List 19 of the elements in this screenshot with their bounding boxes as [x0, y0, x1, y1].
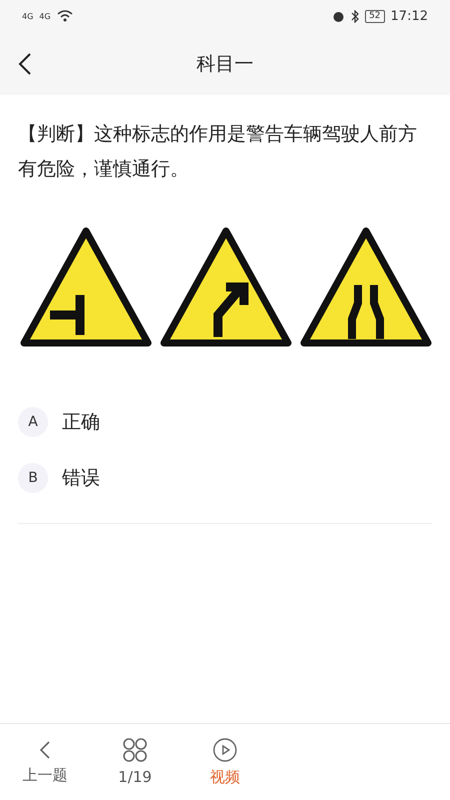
network-label: 4G: [39, 12, 51, 20]
grid-icon: [123, 738, 147, 762]
page-title: 科目一: [196, 52, 254, 76]
bluetooth-icon: [351, 10, 360, 22]
nav-tab[interactable]: 视频: [180, 724, 270, 800]
nav-tab[interactable]: 上一题: [0, 724, 90, 800]
option-letter[interactable]: A: [18, 407, 48, 437]
option-text[interactable]: 错误: [62, 465, 100, 491]
chevron-left-icon: [18, 52, 32, 76]
battery-level: 52: [365, 10, 385, 22]
wifi-icon: [56, 10, 73, 22]
play-icon: [213, 738, 237, 762]
question-text: 【判断】这种标志的作用是警告车辆驾驶人前方有危险，谨慎通行。: [17, 122, 418, 182]
network-label: 4G: [22, 12, 34, 20]
chevron-left-icon: [39, 740, 51, 760]
option-letter[interactable]: B: [18, 463, 48, 493]
nav-tab[interactable]: 1/19: [90, 724, 180, 800]
option-text[interactable]: 正确: [62, 409, 100, 435]
clock-time: 17:12: [390, 8, 428, 24]
